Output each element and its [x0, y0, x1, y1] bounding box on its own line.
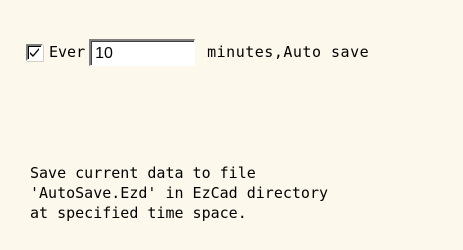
autosave-checkbox[interactable] — [26, 43, 43, 61]
checkmark-icon — [30, 47, 39, 57]
autosave-interval-input[interactable]: 10 — [89, 38, 196, 66]
description-line-2: 'AutoSave.Ezd' in EzCad directory — [30, 184, 329, 202]
description-line-3: at specified time space. — [30, 204, 247, 222]
ever-label: Ever — [49, 43, 86, 61]
description-line-1: Save current data to file — [30, 164, 256, 182]
minutes-autosave-label: minutes,Auto save — [207, 43, 370, 61]
autosave-panel: Ever 10 minutes,Auto save Save current d… — [0, 0, 463, 250]
autosave-row: Ever 10 minutes,Auto save — [26, 35, 369, 69]
autosave-description: Save current data to file 'AutoSave.Ezd' … — [30, 163, 450, 223]
